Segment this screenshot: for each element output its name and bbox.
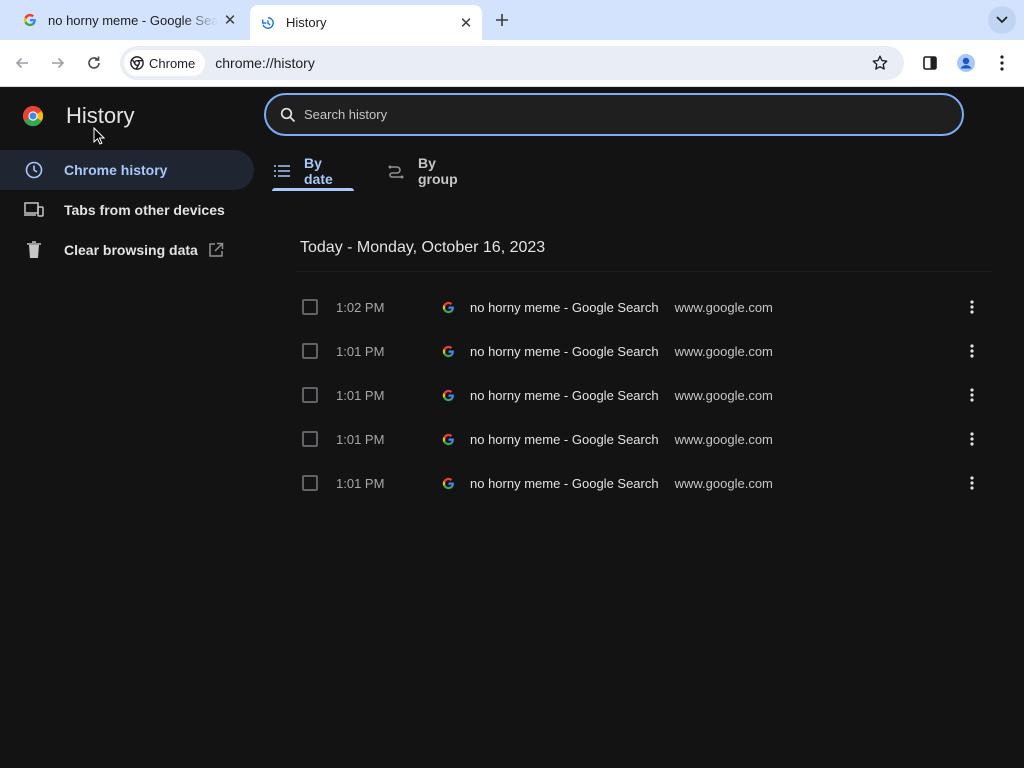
chrome-menu-button[interactable] [988,49,1016,77]
google-icon [440,431,456,447]
entry-domain: www.google.com [674,475,773,491]
tab-search-button[interactable] [988,6,1016,34]
entry-title-link[interactable]: no horny meme - Google Search [470,300,659,315]
google-icon [440,299,456,315]
site-info-chip[interactable]: Chrome [124,50,206,76]
browser-toolbar: Chrome chrome://history [0,40,1024,87]
history-entry[interactable]: 1:01 PM no horny meme - Google Search ww… [296,373,992,417]
mouse-cursor-icon [93,127,105,145]
sidebar-item-chrome-history[interactable]: Chrome history [0,150,254,190]
more-vert-icon[interactable] [960,427,984,451]
entry-domain: www.google.com [674,299,773,315]
entry-checkbox[interactable] [302,299,318,315]
entry-title-link[interactable]: no horny meme - Google Search [470,432,659,447]
entry-title-link[interactable]: no horny meme - Google Search [470,388,659,403]
back-button[interactable] [8,49,36,77]
new-tab-button[interactable] [490,8,514,32]
entry-checkbox[interactable] [302,387,318,403]
arrow-left-icon [15,57,28,69]
more-vert-icon[interactable] [960,471,984,495]
chip-label: Chrome [149,55,196,71]
history-entry[interactable]: 1:01 PM no horny meme - Google Search ww… [296,329,992,373]
clock-icon [24,160,44,180]
more-vert-icon[interactable] [960,339,984,363]
history-sidebar: Chrome history Tabs from other devices C… [0,150,254,270]
google-icon [440,387,456,403]
page-title: History [66,103,135,128]
journeys-icon [388,163,404,179]
tab-google-search[interactable]: no horny meme - Google Search ✕ [8,0,246,40]
tab-strip: no horny meme - Google Search ✕ History … [0,0,1024,40]
star-icon [872,55,888,70]
tab-title: History [286,15,327,30]
reload-button[interactable] [80,49,108,77]
history-entry[interactable]: 1:01 PM no horny meme - Google Search ww… [296,461,992,505]
entry-time: 1:02 PM [336,299,385,315]
history-entry[interactable]: 1:02 PM no horny meme - Google Search ww… [296,285,992,329]
tab-title: no horny meme - Google Search [48,12,218,28]
more-vert-icon[interactable] [960,295,984,319]
tab-by-group[interactable]: By group [388,151,458,191]
more-vert-icon[interactable] [960,383,984,407]
entry-domain: www.google.com [674,387,773,403]
arrow-right-icon [52,57,65,69]
day-header: Today - Monday, October 16, 2023 [300,239,546,256]
sidebar-item-label: Clear browsing data [64,242,198,258]
forward-button[interactable] [44,49,72,77]
entry-time: 1:01 PM [336,343,385,359]
chevron-down-icon [996,16,1008,24]
search-input[interactable] [304,107,962,122]
tab-label: By group [418,155,458,187]
tab-label: By date [304,155,333,187]
entry-time: 1:01 PM [336,431,385,447]
address-bar[interactable]: Chrome chrome://history [120,46,904,80]
list-icon [274,165,290,177]
google-icon [440,343,456,359]
entry-checkbox[interactable] [302,475,318,491]
tab-by-date[interactable]: By date [272,151,354,191]
sidebar-item-label: Chrome history [64,162,168,178]
entry-time: 1:01 PM [336,475,385,491]
devices-icon [24,200,44,220]
reload-icon [88,56,100,69]
avatar-icon [957,54,975,72]
entry-time: 1:01 PM [336,387,385,403]
entry-title-link[interactable]: no horny meme - Google Search [470,344,659,359]
url-text[interactable]: chrome://history [215,55,866,71]
entry-domain: www.google.com [674,431,773,447]
history-page: History Chrome history Tabs from other d… [0,87,1024,768]
bookmark-button[interactable] [866,49,894,77]
entry-domain: www.google.com [674,343,773,359]
history-entry[interactable]: 1:01 PM no horny meme - Google Search ww… [296,417,992,461]
sidebar-item-label: Tabs from other devices [64,202,225,218]
side-panel-icon [923,56,937,70]
close-icon[interactable]: ✕ [218,8,242,32]
history-list: 1:02 PM no horny meme - Google Search ww… [296,285,992,505]
google-icon [440,475,456,491]
trash-icon [24,240,44,260]
chrome-logo-icon [22,105,44,127]
divider [296,271,992,272]
chrome-icon [130,56,144,70]
tab-history[interactable]: History ✕ [250,5,482,40]
history-icon [260,15,276,31]
side-panel-button[interactable] [916,49,944,77]
entry-checkbox[interactable] [302,343,318,359]
sidebar-item-clear-browsing-data[interactable]: Clear browsing data [0,230,254,270]
search-box[interactable] [264,93,964,136]
entry-title-link[interactable]: no horny meme - Google Search [470,476,659,491]
more-vert-icon [1000,55,1004,71]
entry-checkbox[interactable] [302,431,318,447]
close-icon[interactable]: ✕ [454,11,478,35]
profile-button[interactable] [952,49,980,77]
google-icon [22,12,38,28]
sidebar-item-other-devices[interactable]: Tabs from other devices [0,190,254,230]
open-in-new-icon [208,242,224,258]
search-icon [280,107,296,122]
